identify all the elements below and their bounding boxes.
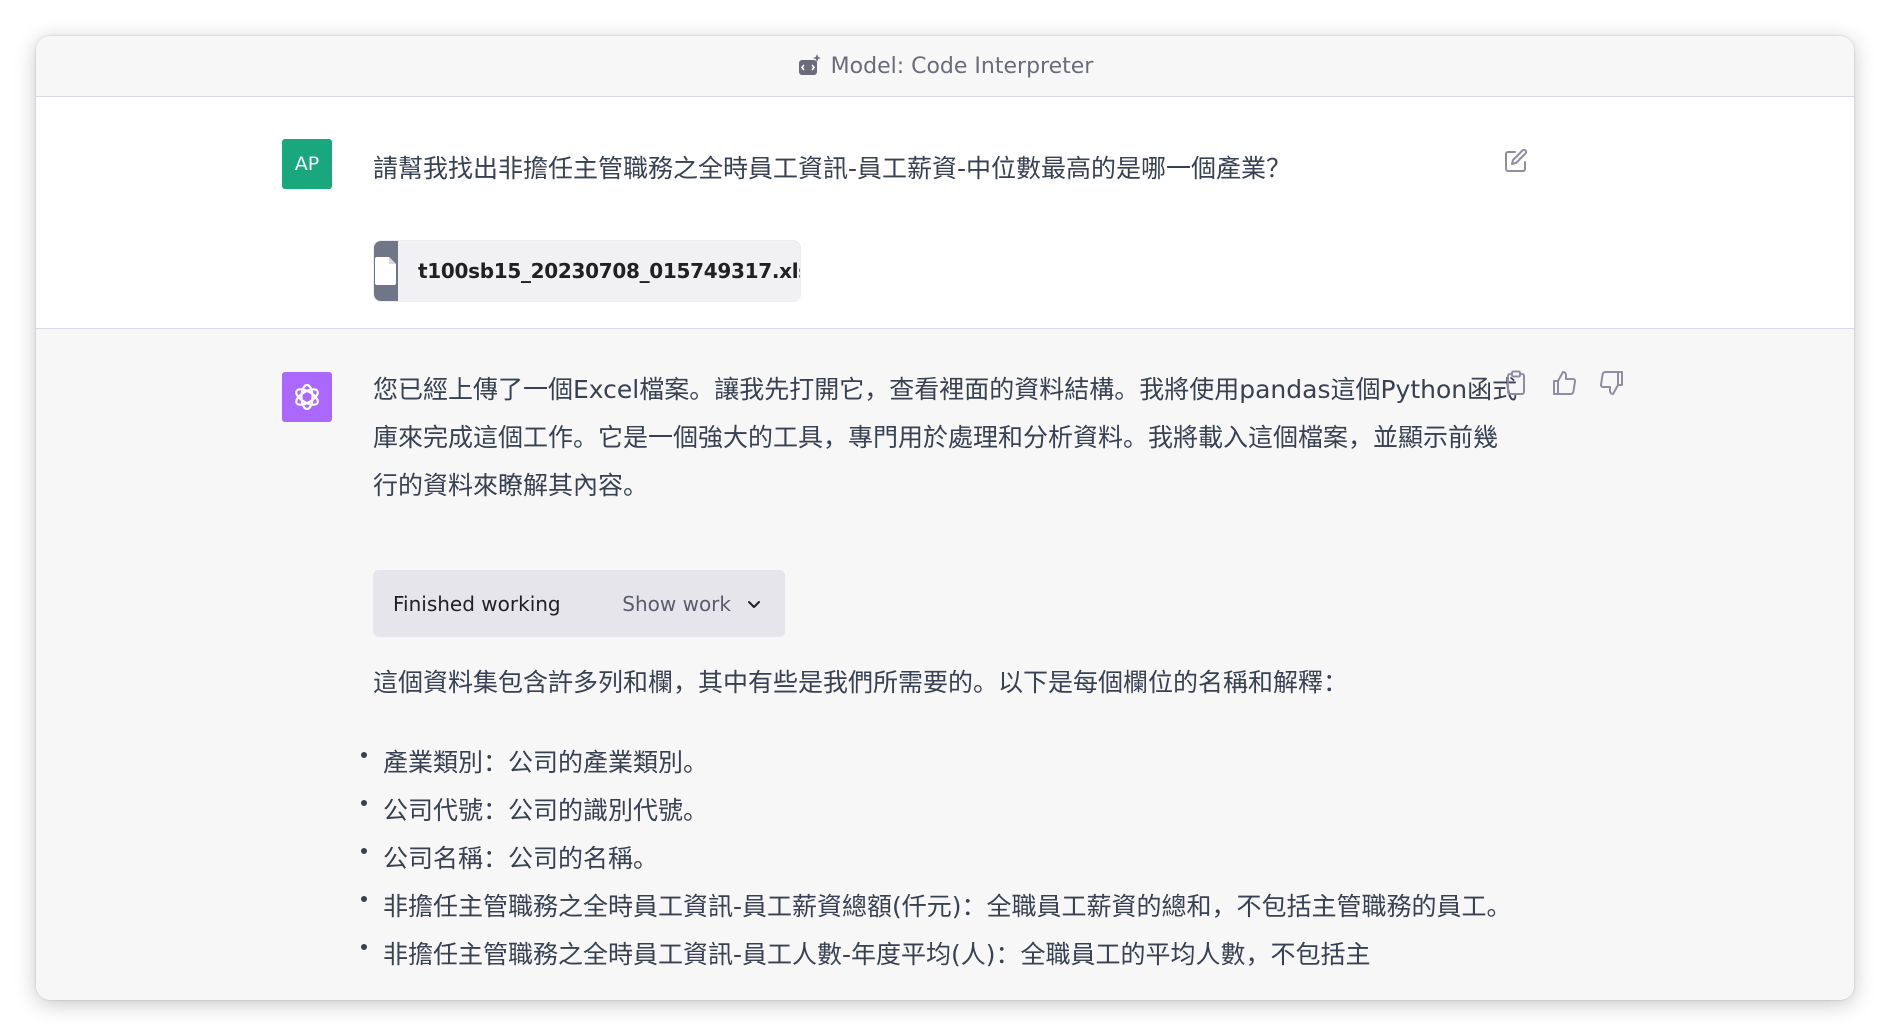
copy-icon[interactable] (1502, 369, 1530, 397)
assistant-avatar (282, 372, 332, 422)
code-interpreter-sparkle-icon (797, 53, 823, 79)
assistant-message: 您已經上傳了一個Excel檔案。讓我先打開它，查看裡面的資料結構。我將使用pan… (36, 329, 1854, 1000)
thumbs-up-icon[interactable] (1550, 369, 1578, 397)
file-name: t100sb15_20230708_015749317.xlsx (418, 259, 801, 283)
model-header: Model: Code Interpreter (36, 36, 1854, 97)
show-work-label: Show work (622, 591, 731, 616)
chevron-down-icon (748, 600, 760, 608)
dataset-intro-text: 這個資料集包含許多列和欄，其中有些是我們所需要的。以下是每個欄位的名稱和解釋： (373, 668, 1349, 697)
edit-message-icon[interactable] (1502, 147, 1530, 175)
assistant-response-text: 您已經上傳了一個Excel檔案。讓我先打開它，查看裡面的資料結構。我將使用pan… (373, 375, 1518, 500)
list-item: 產業類別：公司的產業類別。 (361, 739, 1521, 787)
field-description-list: 產業類別：公司的產業類別。 公司代號：公司的識別代號。 公司名稱：公司的名稱。 … (361, 739, 1521, 979)
file-attachment[interactable]: t100sb15_20230708_015749317.xlsx (373, 240, 801, 302)
chat-window: Model: Code Interpreter AP 請幫我找出非擔任主管職務之… (36, 36, 1854, 1000)
user-avatar: AP (282, 139, 332, 189)
model-label: Model: Code Interpreter (830, 53, 1094, 79)
user-message-text: 請幫我找出非擔任主管職務之全時員工資訊-員工薪資-中位數最高的是哪一個產業？ (373, 154, 1292, 183)
user-avatar-initials: AP (294, 153, 320, 175)
user-message: AP 請幫我找出非擔任主管職務之全時員工資訊-員工薪資-中位數最高的是哪一個產業… (36, 97, 1854, 329)
work-status-label: Finished working (393, 591, 561, 616)
list-item: 公司名稱：公司的名稱。 (361, 835, 1521, 883)
list-item: 非擔任主管職務之全時員工資訊-員工人數-年度平均(人)：全職員工的平均人數，不包… (361, 931, 1521, 979)
openai-logo-icon (295, 383, 319, 411)
list-item: 公司代號：公司的識別代號。 (361, 787, 1521, 835)
code-execution-status: Finished working Show work (373, 570, 785, 637)
message-actions (1502, 369, 1626, 397)
list-item: 非擔任主管職務之全時員工資訊-員工薪資總額(仟元)：全職員工薪資的總和，不包括主… (361, 883, 1521, 931)
show-work-button[interactable]: Show work (622, 592, 763, 616)
thumbs-down-icon[interactable] (1598, 369, 1626, 397)
file-icon (374, 241, 398, 301)
